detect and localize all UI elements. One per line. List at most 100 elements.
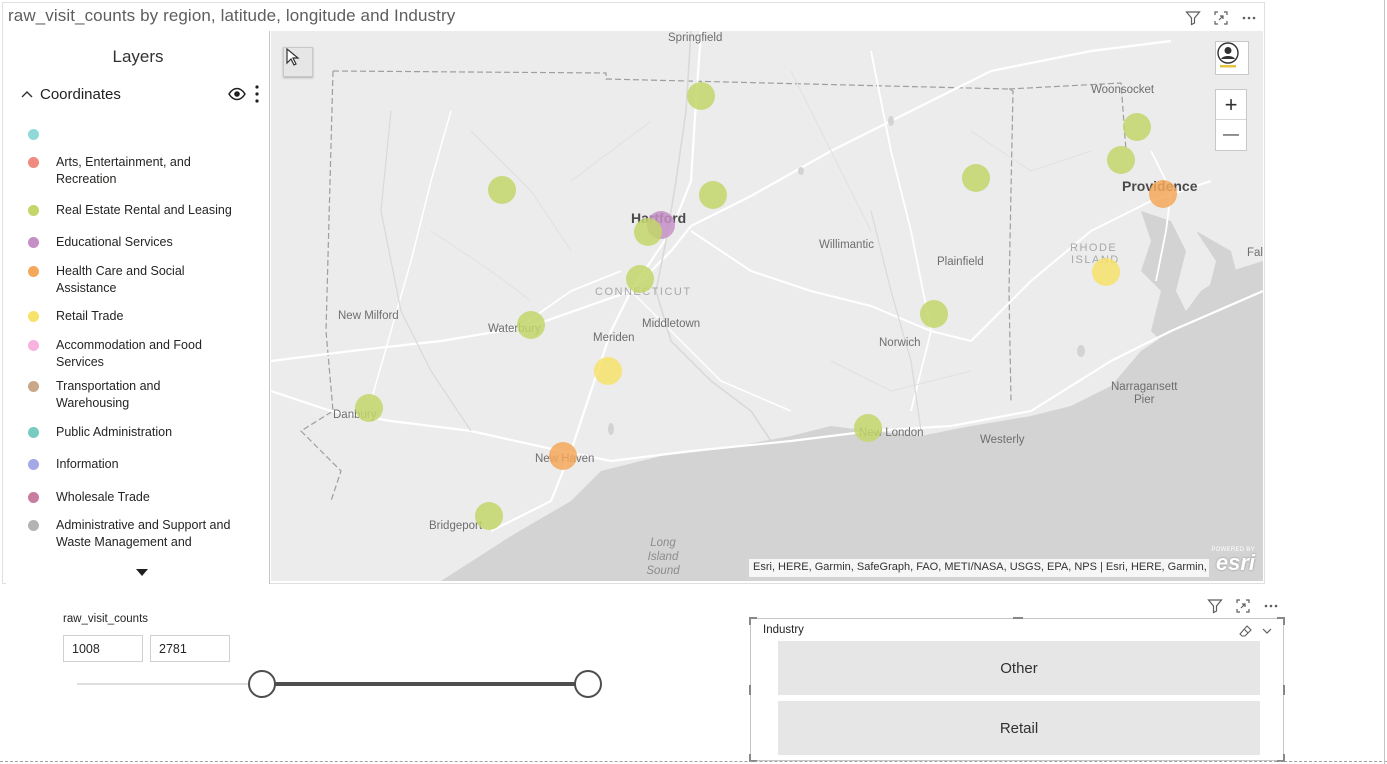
basemap-gallery-button[interactable] bbox=[1215, 41, 1249, 75]
legend-swatch bbox=[28, 520, 39, 531]
resize-handle-top-left[interactable] bbox=[749, 617, 757, 625]
map-point[interactable] bbox=[594, 357, 622, 385]
label-pier: Pier bbox=[1134, 394, 1155, 406]
legend-item[interactable]: Arts, Entertainment, and Recreation bbox=[28, 154, 248, 188]
map-visual: raw_visit_counts by region, latitude, lo… bbox=[2, 2, 1265, 584]
label-fall: Fal bbox=[1247, 247, 1263, 259]
industry-slicer: Industry Other Retail bbox=[749, 617, 1285, 762]
legend-item[interactable] bbox=[28, 126, 248, 140]
legend-label: Administrative and Support and Waste Man… bbox=[56, 518, 231, 549]
more-options-icon[interactable] bbox=[1262, 597, 1280, 615]
map-point[interactable] bbox=[1092, 258, 1120, 286]
label-willimantic: Willimantic bbox=[819, 239, 874, 251]
legend-swatch bbox=[28, 237, 39, 248]
resize-handle-left[interactable] bbox=[749, 685, 751, 695]
map-canvas[interactable]: Springfield Woonsocket Providence Hartfo… bbox=[271, 31, 1263, 581]
label-long-island-sound: Long Island Sound bbox=[643, 536, 683, 578]
chevron-down-icon[interactable] bbox=[1261, 625, 1273, 637]
label-plainfield: Plainfield bbox=[937, 256, 984, 268]
map-point[interactable] bbox=[920, 300, 948, 328]
legend-swatch bbox=[28, 205, 39, 216]
filter-icon[interactable] bbox=[1206, 597, 1224, 615]
map-point[interactable] bbox=[699, 181, 727, 209]
map-point[interactable] bbox=[962, 164, 990, 192]
focus-mode-icon[interactable] bbox=[1234, 597, 1252, 615]
legend-label: Educational Services bbox=[56, 235, 173, 249]
map-point[interactable] bbox=[475, 502, 503, 530]
zoom-in-button[interactable]: + bbox=[1216, 90, 1246, 120]
more-options-icon[interactable] bbox=[1240, 9, 1258, 27]
legend-item[interactable]: Retail Trade bbox=[28, 308, 248, 325]
resize-handle-top[interactable] bbox=[1013, 617, 1023, 619]
legend-swatch bbox=[28, 157, 39, 168]
chevron-up-icon[interactable] bbox=[20, 87, 34, 101]
legend-item[interactable]: Public Administration bbox=[28, 424, 248, 441]
layers-title: Layers bbox=[112, 47, 164, 66]
legend-item[interactable]: Transportation and Warehousing bbox=[28, 378, 248, 412]
legend-label: Arts, Entertainment, and Recreation bbox=[56, 155, 191, 186]
map-point[interactable] bbox=[1107, 146, 1135, 174]
eye-icon[interactable] bbox=[228, 85, 246, 103]
label-island-water: Island bbox=[647, 551, 679, 563]
coordinates-layer-header[interactable]: Coordinates bbox=[20, 83, 260, 105]
selection-tool-button[interactable] bbox=[283, 47, 313, 77]
legend-item[interactable]: Information bbox=[28, 456, 248, 473]
slider-max-handle[interactable] bbox=[574, 670, 602, 698]
legend-label: Information bbox=[56, 457, 119, 471]
more-vertical-icon[interactable] bbox=[254, 84, 260, 104]
label-springfield: Springfield bbox=[668, 32, 723, 44]
industry-option-retail[interactable]: Retail bbox=[778, 701, 1260, 755]
map-point[interactable] bbox=[687, 82, 715, 110]
label-narragansett: Narragansett bbox=[1111, 381, 1178, 393]
legend-swatch bbox=[28, 459, 39, 470]
legend-item[interactable]: Educational Services bbox=[28, 234, 248, 251]
zoom-out-button[interactable]: — bbox=[1216, 120, 1246, 150]
label-rhode: RHODE bbox=[1070, 242, 1118, 254]
map-point[interactable] bbox=[355, 394, 383, 422]
label-meriden: Meriden bbox=[593, 332, 635, 344]
label-bridgeport: Bridgeport bbox=[429, 520, 483, 532]
legend-item[interactable]: Health Care and Social Assistance bbox=[28, 263, 248, 297]
esri-logo: POWERED BY esri bbox=[1209, 547, 1255, 577]
filter-icon[interactable] bbox=[1184, 9, 1202, 27]
focus-mode-icon[interactable] bbox=[1212, 9, 1230, 27]
map-point[interactable] bbox=[634, 218, 662, 246]
page-right-border bbox=[1384, 0, 1385, 764]
label-norwich: Norwich bbox=[879, 337, 921, 349]
legend-item[interactable]: Real Estate Rental and Leasing bbox=[28, 202, 248, 219]
legend-swatch bbox=[28, 427, 39, 438]
industry-slicer-header bbox=[1206, 597, 1280, 615]
label-middletown: Middletown bbox=[642, 318, 701, 330]
map-point[interactable] bbox=[626, 265, 654, 293]
map-point[interactable] bbox=[1149, 180, 1177, 208]
map-point[interactable] bbox=[488, 176, 516, 204]
legend-swatch bbox=[28, 129, 39, 140]
label-sound: Sound bbox=[646, 565, 680, 577]
legend-swatch bbox=[28, 381, 39, 392]
legend-item[interactable]: Administrative and Support and Waste Man… bbox=[28, 517, 248, 551]
legend-item[interactable]: Wholesale Trade bbox=[28, 489, 248, 506]
legend-label: Wholesale Trade bbox=[56, 490, 150, 504]
legend-item[interactable]: Accommodation and Food Services bbox=[28, 337, 248, 371]
map-point[interactable] bbox=[517, 311, 545, 339]
layers-panel: Layers Coordinates Arts, Entertainment, … bbox=[6, 31, 270, 584]
map-point[interactable] bbox=[854, 414, 882, 442]
legend-swatch bbox=[28, 311, 39, 322]
map-point[interactable] bbox=[1123, 113, 1151, 141]
coordinates-layer-label: Coordinates bbox=[40, 85, 121, 103]
visual-header bbox=[1184, 9, 1258, 27]
map-point[interactable] bbox=[549, 442, 577, 470]
slider-max-input[interactable]: 2781 bbox=[150, 635, 230, 662]
resize-handle-right[interactable] bbox=[1283, 685, 1285, 695]
legend-label: Health Care and Social Assistance bbox=[56, 264, 185, 295]
cursor-icon bbox=[286, 48, 300, 66]
slider-min-handle[interactable] bbox=[248, 670, 276, 698]
eraser-icon[interactable] bbox=[1239, 624, 1253, 638]
resize-handle-top-right[interactable] bbox=[1277, 617, 1285, 625]
legend-swatch bbox=[28, 266, 39, 277]
slider-min-input[interactable]: 1008 bbox=[63, 635, 143, 662]
map-attribution[interactable]: Esri, HERE, Garmin, SafeGraph, FAO, METI… bbox=[749, 559, 1209, 577]
industry-option-other[interactable]: Other bbox=[778, 641, 1260, 695]
scroll-down-icon[interactable] bbox=[136, 569, 148, 576]
legend-swatch bbox=[28, 340, 39, 351]
